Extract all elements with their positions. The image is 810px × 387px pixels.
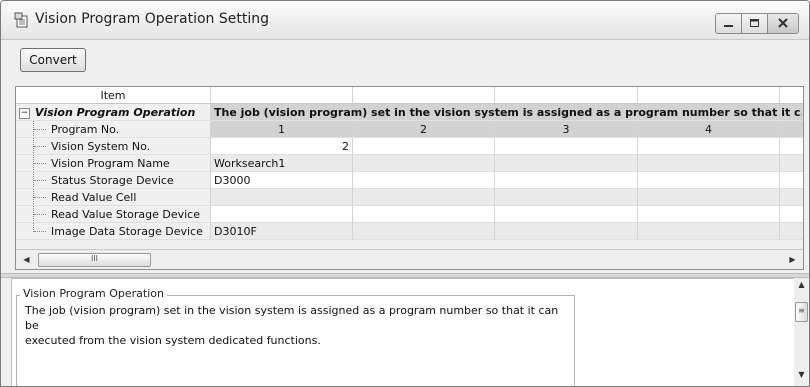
collapse-toggle[interactable]: − [19,107,30,119]
row-label: Read Value Storage Device [16,206,211,223]
scroll-down-icon[interactable]: ▼ [794,370,809,379]
row-label: Vision Program Name [16,155,211,172]
grid-cell[interactable]: Worksearch1 [211,155,353,172]
grid-cell[interactable] [495,206,638,223]
grid-cell[interactable]: 4 [638,121,780,138]
grid-cell[interactable] [638,206,780,223]
grid-cell[interactable]: 2 [211,138,353,155]
column-header[interactable] [638,87,780,104]
grid-cell[interactable] [495,172,638,189]
group-row[interactable]: − Vision Program Operation The job (visio… [16,104,803,121]
grid-cell[interactable] [353,138,495,155]
close-icon [778,18,788,28]
window-controls [715,13,799,34]
table-row: Vision System No. 2 [16,138,803,155]
grid-cell[interactable]: 3 [495,121,638,138]
grid-cell[interactable]: 1 [211,121,353,138]
grid-cell[interactable] [495,138,638,155]
row-label: Vision System No. [16,138,211,155]
column-header-item[interactable]: Item [16,87,211,104]
grid-cell[interactable] [638,172,780,189]
title-bar[interactable]: Vision Program Operation Setting [1,1,809,40]
vision-program-operation-window: Vision Program Operation Setting Convert… [0,0,810,387]
grid-cell[interactable] [495,189,638,206]
table-row: Program No. 1 2 3 4 [16,121,803,138]
group-label: Vision Program Operation [35,106,196,119]
table-row: Read Value Storage Device [16,206,803,223]
scroll-up-icon[interactable]: ▲ [794,280,809,289]
row-label: Read Value Cell [16,189,211,206]
column-header[interactable] [495,87,638,104]
grid-header-row: Item [16,87,803,104]
minimize-icon [724,25,733,27]
description-title: Vision Program Operation [20,287,167,300]
grid-cell[interactable] [780,172,803,189]
column-header[interactable] [211,87,353,104]
dialog-client-area: Convert Item − Vision Program Operation T… [1,40,809,386]
grid-cell[interactable] [211,206,353,223]
scroll-right-icon[interactable]: ▶ [784,250,801,269]
grid-cell[interactable] [780,189,803,206]
grid-cell[interactable] [780,155,803,172]
grid-cell[interactable] [353,155,495,172]
window-title: Vision Program Operation Setting [35,11,270,27]
close-button[interactable] [768,14,798,33]
group-description: The job (vision program) set in the visi… [211,104,803,121]
description-pane: Vision Program Operation The job (vision… [11,278,795,386]
column-header[interactable] [353,87,495,104]
group-label-cell: − Vision Program Operation [16,104,211,121]
grid-cell[interactable] [638,189,780,206]
horizontal-scroll-thumb[interactable]: III [38,253,151,267]
description-line-2: executed from the vision system dedicate… [25,334,321,347]
grid-cell[interactable]: 2 [353,121,495,138]
grid-cell[interactable] [638,223,780,240]
vertical-scroll-thumb[interactable]: ≡ [795,302,808,322]
convert-button[interactable]: Convert [20,48,86,72]
grid-cell[interactable] [353,172,495,189]
table-row: Vision Program Name Worksearch1 [16,155,803,172]
maximize-icon [750,19,759,27]
grid-cell[interactable] [211,189,353,206]
grid-cell[interactable] [353,223,495,240]
grid-cell[interactable] [638,155,780,172]
row-label: Status Storage Device [16,172,211,189]
table-row: Image Data Storage Device D3010F [16,223,803,240]
grid-cell[interactable] [495,223,638,240]
description-line-1: The job (vision program) set in the visi… [25,304,559,332]
table-row: Read Value Cell [16,189,803,206]
grid-cell[interactable] [353,189,495,206]
maximize-button[interactable] [742,14,768,33]
table-row: Status Storage Device D3000 [16,172,803,189]
grid-cell[interactable] [353,206,495,223]
grid-cell[interactable] [638,138,780,155]
horizontal-scrollbar[interactable]: ◀ III ▶ [16,249,803,269]
description-text: The job (vision program) set in the visi… [25,303,565,348]
grid-empty-area [16,240,803,249]
column-header[interactable] [780,87,803,104]
grid-cell[interactable] [780,121,803,138]
grid-cell[interactable]: D3010F [211,223,353,240]
scroll-left-icon[interactable]: ◀ [18,250,35,269]
settings-document-icon [14,12,28,28]
grid-cell[interactable] [495,155,638,172]
grid-cell[interactable] [780,206,803,223]
row-label: Image Data Storage Device [16,223,211,240]
vertical-scrollbar[interactable]: ▲ ≡ ▼ [794,278,809,386]
grid-cell[interactable]: D3000 [211,172,353,189]
row-label: Program No. [16,121,211,138]
grid-cell[interactable] [780,138,803,155]
minimize-button[interactable] [716,14,742,33]
grid-cell[interactable] [780,223,803,240]
settings-grid: Item − Vision Program Operation The job (… [15,86,804,270]
